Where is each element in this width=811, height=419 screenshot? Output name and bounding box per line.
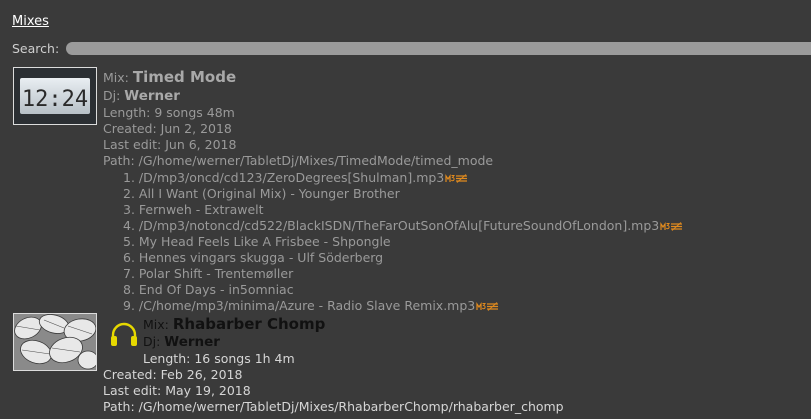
headphones-icon: [109, 321, 139, 349]
mix-dj: Werner: [124, 88, 180, 104]
song-label: 1. /D/mp3/oncd/cd123/ZeroDegrees[Shulman…: [123, 170, 445, 185]
song-item[interactable]: 9. /C/home/mp3/minima/Azure - Radio Slav…: [123, 298, 682, 314]
mix-last-edit: Last edit: May 19, 2018: [103, 383, 251, 398]
clock-thumbnail-text: 12:24: [22, 87, 88, 112]
tab-mixes[interactable]: Mixes: [12, 14, 49, 29]
mix-thumbnail: [13, 313, 97, 371]
song-item[interactable]: 8. End Of Days - in5omniac: [123, 282, 682, 298]
mp3-icon: [476, 299, 487, 310]
mp3-icon: [445, 171, 456, 182]
song-label: 4. /D/mp3/notoncd/cd522/BlackISDN/TheFar…: [123, 218, 660, 233]
search-bar: Search:: [12, 41, 811, 57]
mix-last-edit: Last edit: Jun 6, 2018: [103, 137, 237, 152]
song-label: 9. /C/home/mp3/minima/Azure - Radio Slav…: [123, 298, 476, 313]
equalizer-icon: [487, 299, 499, 311]
mix-dj: Werner: [164, 334, 220, 350]
mix-title: Timed Mode: [132, 68, 237, 86]
mix-thumbnail: 12:24: [13, 67, 97, 125]
song-label: 5. My Head Feels Like A Frisbee - Shpong…: [123, 234, 391, 249]
equalizer-icon: [671, 219, 683, 231]
song-item[interactable]: 5. My Head Feels Like A Frisbee - Shpong…: [123, 234, 682, 250]
song-item[interactable]: 3. Fernweh - Extrawelt: [123, 202, 682, 218]
search-label: Search:: [12, 41, 60, 56]
song-label: 2. All I Want (Original Mix) - Younger B…: [123, 186, 400, 201]
song-item[interactable]: 6. Hennes vingars skugga - Ulf Söderberg: [123, 250, 682, 266]
mix-path: Path: /G/home/werner/TabletDj/Mixes/Rhab…: [103, 399, 564, 414]
song-item[interactable]: 7. Polar Shift - Trentemøller: [123, 266, 682, 282]
mix-dj-row: Dj: Werner: [103, 88, 180, 104]
song-item[interactable]: 2. All I Want (Original Mix) - Younger B…: [123, 186, 682, 202]
song-label: 8. End Of Days - in5omniac: [123, 282, 294, 297]
mix-dj-row: Dj: Werner: [143, 334, 220, 350]
song-label: 7. Polar Shift - Trentemøller: [123, 266, 294, 281]
mix-created: Created: Jun 2, 2018: [103, 121, 232, 136]
mix-length: Length: 9 songs 48m: [103, 105, 235, 120]
song-label: 3. Fernweh - Extrawelt: [123, 202, 264, 217]
mix-created: Created: Feb 26, 2018: [103, 367, 243, 382]
song-item[interactable]: 1. /D/mp3/oncd/cd123/ZeroDegrees[Shulman…: [123, 170, 682, 186]
mix-path: Path: /G/home/werner/TabletDj/Mixes/Time…: [103, 153, 494, 168]
mp3-icon: [660, 219, 671, 230]
mix-title: Rhabarber Chomp: [172, 315, 326, 333]
mix-title-row: Mix: Timed Mode: [103, 68, 237, 86]
search-input[interactable]: [66, 42, 811, 55]
song-list: 1. /D/mp3/oncd/cd123/ZeroDegrees[Shulman…: [123, 170, 683, 314]
song-item[interactable]: 4. /D/mp3/notoncd/cd522/BlackISDN/TheFar…: [123, 218, 683, 234]
equalizer-icon: [456, 171, 468, 183]
mix-title-row: Mix: Rhabarber Chomp: [143, 315, 326, 333]
song-label: 6. Hennes vingars skugga - Ulf Söderberg: [123, 250, 384, 265]
mix-length: Length: 16 songs 1h 4m: [143, 351, 295, 366]
